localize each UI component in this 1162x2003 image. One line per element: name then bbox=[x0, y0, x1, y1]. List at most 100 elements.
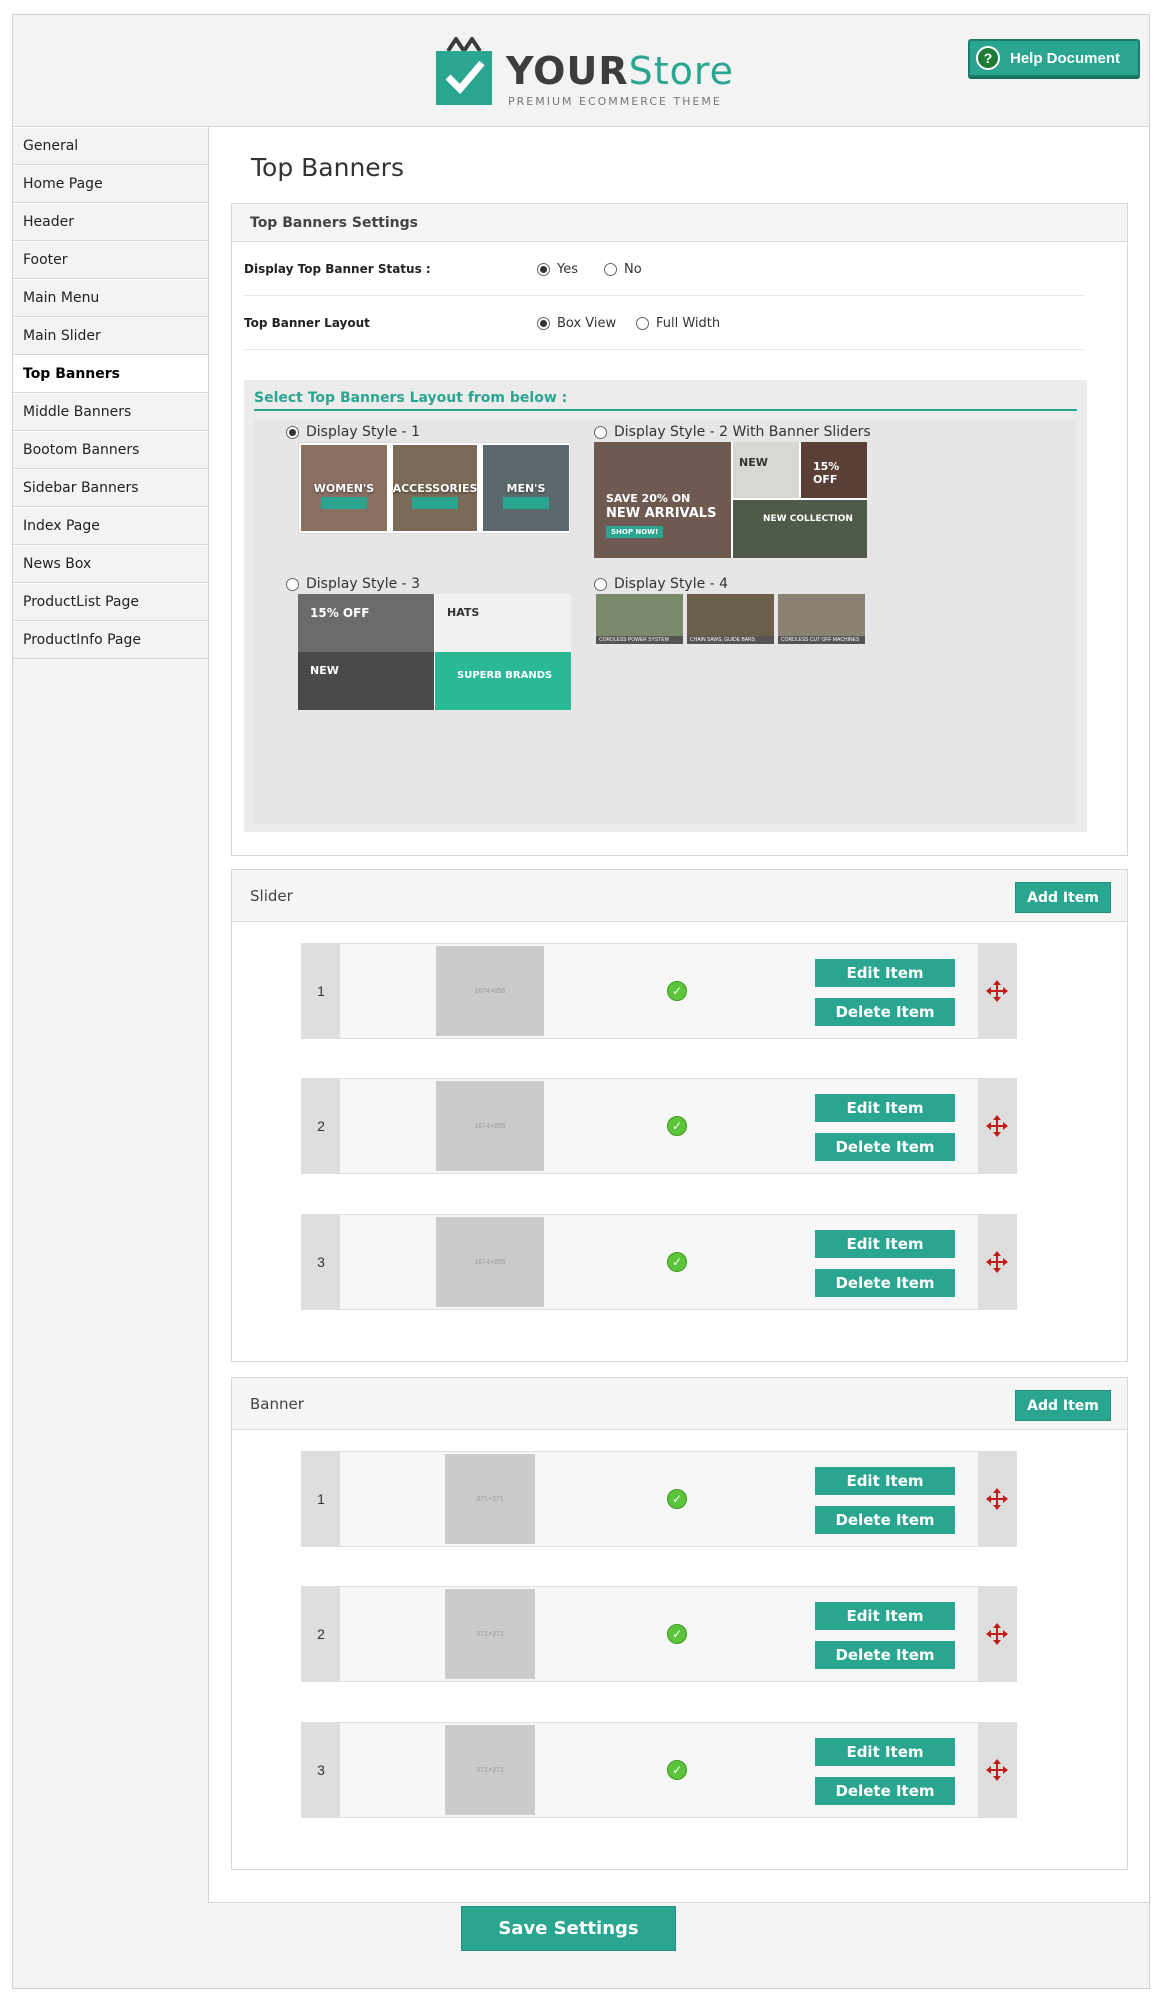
sidebar-item-footer[interactable]: Footer bbox=[13, 241, 208, 279]
style-2-hero: SAVE 20% ON NEW ARRIVALS SHOP NOW! bbox=[594, 442, 731, 558]
page-title: Top Banners bbox=[251, 153, 404, 182]
status-yes-label: Yes bbox=[557, 262, 578, 277]
style-3-hats-text: HATS bbox=[447, 606, 480, 619]
move-arrows-icon bbox=[986, 1115, 1008, 1137]
sidebar-item-header[interactable]: Header bbox=[13, 203, 208, 241]
sidebar-item-top-banners[interactable]: Top Banners bbox=[13, 355, 208, 393]
sidebar-item-sidebar-banners[interactable]: Sidebar Banners bbox=[13, 469, 208, 507]
layout-full-label: Full Width bbox=[656, 316, 721, 331]
sidebar-item-news-box[interactable]: News Box bbox=[13, 545, 208, 583]
edit-item-button[interactable]: Edit Item bbox=[815, 1094, 955, 1122]
drag-handle[interactable] bbox=[978, 1452, 1016, 1546]
layout-full-radio[interactable] bbox=[636, 317, 649, 330]
sidebar-item-general[interactable]: General bbox=[13, 127, 208, 165]
delete-item-button[interactable]: Delete Item bbox=[815, 1641, 955, 1669]
status-no-option[interactable]: No bbox=[604, 262, 642, 277]
layout-selector: Select Top Banners Layout from below : D… bbox=[244, 380, 1087, 832]
style-3-radio[interactable] bbox=[286, 577, 299, 591]
move-arrows-icon bbox=[986, 1759, 1008, 1781]
layout-box-radio[interactable] bbox=[537, 317, 550, 330]
sidebar-item-productlist-page[interactable]: ProductList Page bbox=[13, 583, 208, 621]
banner-add-item-button[interactable]: Add Item bbox=[1015, 1390, 1111, 1421]
status-check-icon: ✓ bbox=[667, 1116, 687, 1136]
store-logo: YOURStore PREMIUM ECOMMERCE THEME bbox=[430, 33, 733, 111]
status-check-icon: ✓ bbox=[667, 1489, 687, 1509]
style-1-preview[interactable]: WOMEN'S ACCESSORIES MEN'S bbox=[298, 442, 571, 534]
layout-options-area: Display Style - 1 WOMEN'S ACCESSORIES ME… bbox=[254, 420, 1076, 824]
help-document-button[interactable]: ? Help Document bbox=[968, 39, 1140, 77]
slider-image-placeholder: 1674×855 bbox=[436, 1081, 544, 1171]
banner-row-3: 3 371×371 ✓ Edit Item Delete Item bbox=[301, 1722, 1017, 1818]
slider-image-placeholder: 1674×855 bbox=[436, 1217, 544, 1307]
drag-handle[interactable] bbox=[978, 1215, 1016, 1309]
status-yes-radio[interactable] bbox=[537, 263, 550, 276]
accessories-tile: ACCESSORIES bbox=[393, 445, 477, 531]
sidebar-item-main-slider[interactable]: Main Slider bbox=[13, 317, 208, 355]
row-number: 3 bbox=[302, 1723, 340, 1817]
sidebar-item-bottom-banners[interactable]: Bootom Banners bbox=[13, 431, 208, 469]
status-label: Display Top Banner Status : bbox=[244, 262, 431, 276]
style-2-save-text: SAVE 20% ON bbox=[606, 492, 691, 505]
style-3-brands-text: SUPERB BRANDS bbox=[457, 670, 553, 681]
drag-handle[interactable] bbox=[978, 1723, 1016, 1817]
style-4-option[interactable]: Display Style - 4 bbox=[594, 576, 728, 592]
status-yes-option[interactable]: Yes bbox=[537, 262, 578, 277]
delete-item-button[interactable]: Delete Item bbox=[815, 1133, 955, 1161]
slider-add-item-button[interactable]: Add Item bbox=[1015, 882, 1111, 913]
style-1-radio[interactable] bbox=[286, 425, 299, 439]
sidebar-item-main-menu[interactable]: Main Menu bbox=[13, 279, 208, 317]
drag-handle[interactable] bbox=[978, 944, 1016, 1038]
slider-panel: Slider Add Item 1 1674×855 ✓ Edit Item D… bbox=[231, 869, 1128, 1362]
help-question-icon: ? bbox=[976, 46, 1000, 70]
style-3-option[interactable]: Display Style - 3 bbox=[286, 576, 420, 592]
banner-panel-heading: Banner bbox=[232, 1378, 1127, 1430]
sidebar-item-home-page[interactable]: Home Page bbox=[13, 165, 208, 203]
layout-full-option[interactable]: Full Width bbox=[636, 316, 720, 331]
banner-image-placeholder: 371×371 bbox=[445, 1725, 535, 1815]
edit-item-button[interactable]: Edit Item bbox=[815, 1230, 955, 1258]
style-3-new-tile: NEW bbox=[298, 652, 434, 710]
logo-bag-icon bbox=[436, 37, 492, 105]
womens-tile: WOMEN'S bbox=[301, 445, 387, 531]
help-label: Help Document bbox=[1010, 49, 1121, 67]
style-2-off-tile: 15% OFF bbox=[801, 442, 867, 498]
slider-image-placeholder: 1674×855 bbox=[436, 946, 544, 1036]
drag-handle[interactable] bbox=[978, 1079, 1016, 1173]
layout-row: Top Banner Layout Box View Full Width bbox=[244, 296, 1084, 350]
settings-panel-heading: Top Banners Settings bbox=[232, 204, 1127, 242]
style-3-preview[interactable]: 15% OFF HATS NEW SUPERB BRANDS bbox=[298, 594, 571, 710]
edit-item-button[interactable]: Edit Item bbox=[815, 1602, 955, 1630]
sidebar-item-index-page[interactable]: Index Page bbox=[13, 507, 208, 545]
save-settings-button[interactable]: Save Settings bbox=[461, 1906, 676, 1951]
drag-handle[interactable] bbox=[978, 1587, 1016, 1681]
delete-item-button[interactable]: Delete Item bbox=[815, 1777, 955, 1805]
layout-label: Top Banner Layout bbox=[244, 316, 370, 330]
style-1-option[interactable]: Display Style - 1 bbox=[286, 424, 420, 440]
delete-item-button[interactable]: Delete Item bbox=[815, 1269, 955, 1297]
logo-tagline: PREMIUM ECOMMERCE THEME bbox=[508, 95, 722, 108]
slider-row-3: 3 1674×855 ✓ Edit Item Delete Item bbox=[301, 1214, 1017, 1310]
style-4-preview[interactable]: CORDLESS POWER SYSTEM CHAIN SAWS, GUIDE … bbox=[594, 594, 867, 646]
style-2-new-text: NEW bbox=[739, 456, 768, 469]
sidebar-item-middle-banners[interactable]: Middle Banners bbox=[13, 393, 208, 431]
edit-item-button[interactable]: Edit Item bbox=[815, 1467, 955, 1495]
style-2-preview[interactable]: SAVE 20% ON NEW ARRIVALS SHOP NOW! NEW 1… bbox=[594, 442, 867, 558]
style-2-off-text: 15% OFF bbox=[813, 460, 840, 486]
style-4-caption-1: CORDLESS POWER SYSTEM bbox=[596, 636, 683, 644]
style-2-collection-text: NEW COLLECTION bbox=[763, 514, 853, 524]
style-2-radio[interactable] bbox=[594, 425, 607, 439]
edit-item-button[interactable]: Edit Item bbox=[815, 959, 955, 987]
delete-item-button[interactable]: Delete Item bbox=[815, 1506, 955, 1534]
edit-item-button[interactable]: Edit Item bbox=[815, 1738, 955, 1766]
main-content: Top Banners Top Banners Settings Display… bbox=[208, 127, 1149, 1903]
style-2-option[interactable]: Display Style - 2 With Banner Sliders bbox=[594, 424, 871, 440]
status-check-icon: ✓ bbox=[667, 1252, 687, 1272]
status-no-radio[interactable] bbox=[604, 263, 617, 276]
slider-row-1: 1 1674×855 ✓ Edit Item Delete Item bbox=[301, 943, 1017, 1039]
style-4-radio[interactable] bbox=[594, 577, 607, 591]
delete-item-button[interactable]: Delete Item bbox=[815, 998, 955, 1026]
style-2-collection-tile: NEW COLLECTION bbox=[733, 500, 867, 558]
layout-box-option[interactable]: Box View bbox=[537, 316, 616, 331]
sidebar-item-productinfo-page[interactable]: ProductInfo Page bbox=[13, 621, 208, 659]
top-bar: YOURStore PREMIUM ECOMMERCE THEME ? Help… bbox=[13, 15, 1149, 127]
